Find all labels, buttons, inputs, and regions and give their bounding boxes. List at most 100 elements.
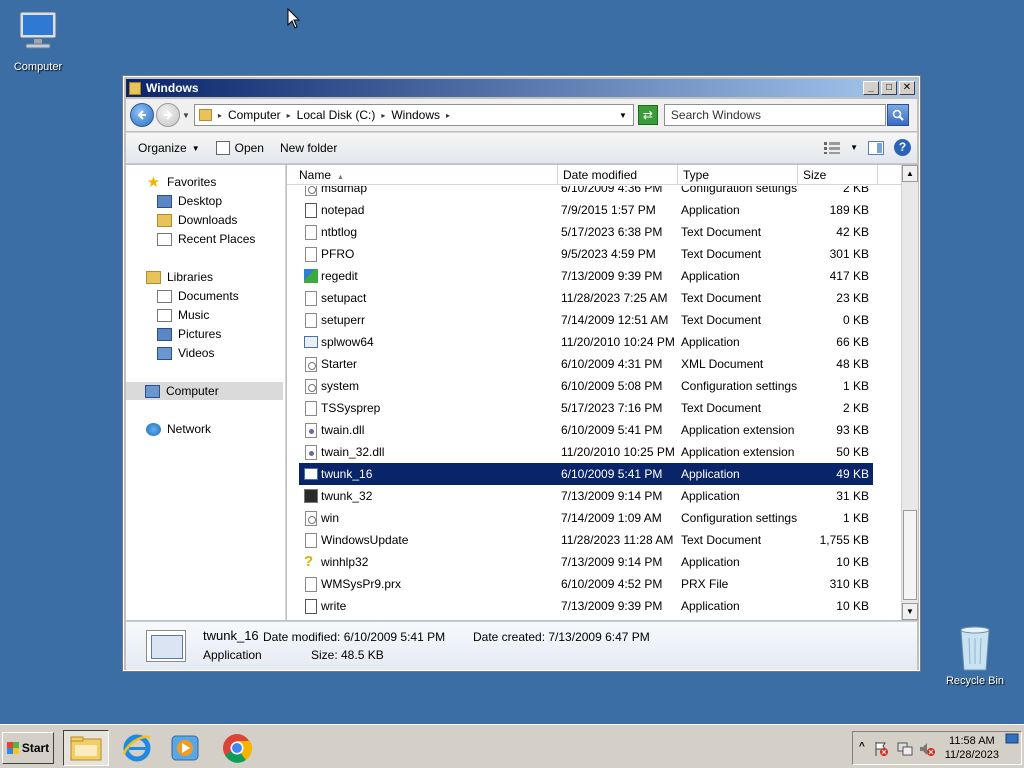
views-dropdown-icon[interactable]: ▼ [850,143,858,152]
nav-recent-places[interactable]: Recent Places [157,230,255,248]
desktop-recycle-bin[interactable]: Recycle Bin [940,624,1010,687]
help-icon[interactable]: ? [894,139,911,156]
taskbar: Start ^ 11:58 AM 11/28/2023 [0,724,1024,768]
file-thumbnail [146,630,186,662]
volume-muted-icon[interactable] [919,741,935,757]
minimize-button[interactable]: _ [863,81,879,95]
address-dropdown[interactable]: ▼ [619,111,627,120]
new-folder-button[interactable]: New folder [280,141,337,155]
file-name: notepad [321,203,365,217]
file-row[interactable]: splwow64 11/20/2010 10:24 PM Application 66… [299,331,873,353]
action-center-flag-icon[interactable] [873,741,889,757]
breadcrumb-root-arrow[interactable]: ▸ [218,111,222,120]
taskbar-internet-explorer[interactable] [114,730,160,766]
taskbar-chrome[interactable] [214,730,260,766]
file-row[interactable]: WMSysPr9.prx 6/10/2009 4:52 PM PRX File 310… [299,573,873,595]
file-row[interactable]: PFRO 9/5/2023 4:59 PM Text Document 301 KB [299,243,873,265]
file-row[interactable]: twain_32.dll 11/20/2010 10:25 PM Applicati… [299,441,873,463]
file-size: 50 KB [836,445,869,459]
forward-button[interactable] [156,103,180,127]
desktop-computer-label: Computer [13,61,63,73]
file-row[interactable]: setuperr 7/14/2009 12:51 AM Text Document 0… [299,309,873,331]
close-button[interactable]: ✕ [899,81,915,95]
file-size: 1 KB [842,379,869,393]
column-type[interactable]: Type [678,165,798,185]
nav-network[interactable]: Network [146,420,211,438]
nav-pictures[interactable]: Pictures [157,325,221,343]
file-row[interactable]: WindowsUpdate 11/28/2023 11:28 AM Text Doc… [299,529,873,551]
breadcrumb-local-disk[interactable]: Local Disk (C:) ▸ [297,108,386,122]
desktop-computer-icon[interactable]: Computer [0,8,76,73]
file-row[interactable]: TSSysprep 5/17/2023 7:16 PM Text Document 2… [299,397,873,419]
vertical-scrollbar[interactable]: ▲ ▼ [901,165,918,620]
breadcrumb[interactable]: ▸ Computer ▸ Local Disk (C:) ▸ Windows ▸ ▼ [193,104,634,126]
preview-pane-icon[interactable] [868,140,884,155]
file-name: twunk_32 [321,489,373,503]
breadcrumb-windows[interactable]: Windows ▸ [391,108,450,122]
file-row[interactable]: notepad 7/9/2015 1:57 PM Application 189 KB [299,199,873,221]
file-row[interactable]: ? winhlp32 7/13/2009 9:14 PM Application 10 … [299,551,873,573]
nav-music[interactable]: Music [157,306,209,324]
recent-pages-dropdown[interactable]: ▼ [182,111,190,120]
dll-file-icon [305,423,317,438]
file-row[interactable]: win 7/14/2009 1:09 AM Configuration settin… [299,507,873,529]
nav-downloads[interactable]: Downloads [157,211,237,229]
maximize-button[interactable]: □ [881,81,897,95]
computer-icon [0,8,76,57]
scroll-up-button[interactable]: ▲ [902,165,918,182]
details-pane: twunk_16 Date modified: 6/10/2009 5:41 P… [126,621,917,670]
network-status-icon[interactable] [897,741,913,757]
column-name[interactable]: Name ▲ [287,165,558,185]
title-bar[interactable]: Windows _ □ ✕ [126,79,917,97]
column-size[interactable]: Size [798,165,878,185]
show-desktop-icon[interactable] [1005,732,1019,746]
taskbar-explorer[interactable] [63,730,109,766]
file-size: 23 KB [836,291,869,305]
text-file-icon [305,291,317,306]
file-date-modified: 11/20/2010 10:24 PM [561,335,675,349]
refresh-button[interactable]: ⇄ [637,105,658,125]
file-row[interactable]: ntbtlog 5/17/2023 6:38 PM Text Document 42 … [299,221,873,243]
file-row[interactable]: twunk_32 7/13/2009 9:14 PM Application 31 K… [299,485,873,507]
file-row[interactable]: twunk_16 6/10/2009 5:41 PM Application 49 K… [299,463,873,485]
views-icon[interactable] [824,141,841,154]
network-icon [146,422,161,436]
start-button[interactable]: Start [2,732,54,764]
file-type: Application [681,269,740,283]
search-button[interactable] [886,104,909,126]
file-row[interactable]: write 7/13/2009 9:39 PM Application 10 KB [299,595,873,617]
nav-videos[interactable]: Videos [157,344,214,362]
show-hidden-icons-button[interactable]: ^ [859,741,865,752]
taskbar-media-player[interactable] [162,730,208,766]
file-row[interactable]: setupact 11/28/2023 7:25 AM Text Document 2… [299,287,873,309]
nav-favorites[interactable]: ★ Favorites [146,173,217,191]
nav-documents[interactable]: Documents [157,287,239,305]
text-file-icon [305,533,317,548]
breadcrumb-computer[interactable]: Computer ▸ [228,108,291,122]
file-row[interactable]: Starter 6/10/2009 4:31 PM XML Document 48 K… [299,353,873,375]
file-date-modified: 7/13/2009 9:14 PM [561,555,663,569]
search-input[interactable]: Search Windows [663,104,886,126]
file-type: Text Document [681,533,762,547]
arrow-left-icon [137,110,146,120]
nav-computer[interactable]: Computer [126,382,283,400]
nav-libraries[interactable]: Libraries [146,268,213,286]
clock[interactable]: 11:58 AM 11/28/2023 [945,734,999,762]
file-row[interactable]: regedit 7/13/2009 9:39 PM Application 417 K… [299,265,873,287]
scroll-down-button[interactable]: ▼ [902,603,918,620]
application-icon [304,336,318,348]
file-row[interactable]: system 6/10/2009 5:08 PM Configuration set… [299,375,873,397]
back-button[interactable] [130,103,154,127]
open-button[interactable]: Open [215,141,264,155]
organize-button[interactable]: Organize ▼ [138,141,200,155]
file-date-modified: 9/5/2023 4:59 PM [561,247,656,261]
file-row[interactable]: msdmap 6/10/2009 4:36 PM Configuration set… [299,186,873,199]
file-name: twain.dll [321,423,365,437]
file-name: regedit [321,269,358,283]
column-date-modified[interactable]: Date modified [558,165,678,185]
details-date-created: Date created: 7/13/2009 6:47 PM [473,630,650,644]
nav-desktop[interactable]: Desktop [157,192,222,210]
scroll-thumb[interactable] [903,510,917,600]
file-row[interactable]: twain.dll 6/10/2009 5:41 PM Application ex… [299,419,873,441]
terminal-icon [304,489,318,503]
